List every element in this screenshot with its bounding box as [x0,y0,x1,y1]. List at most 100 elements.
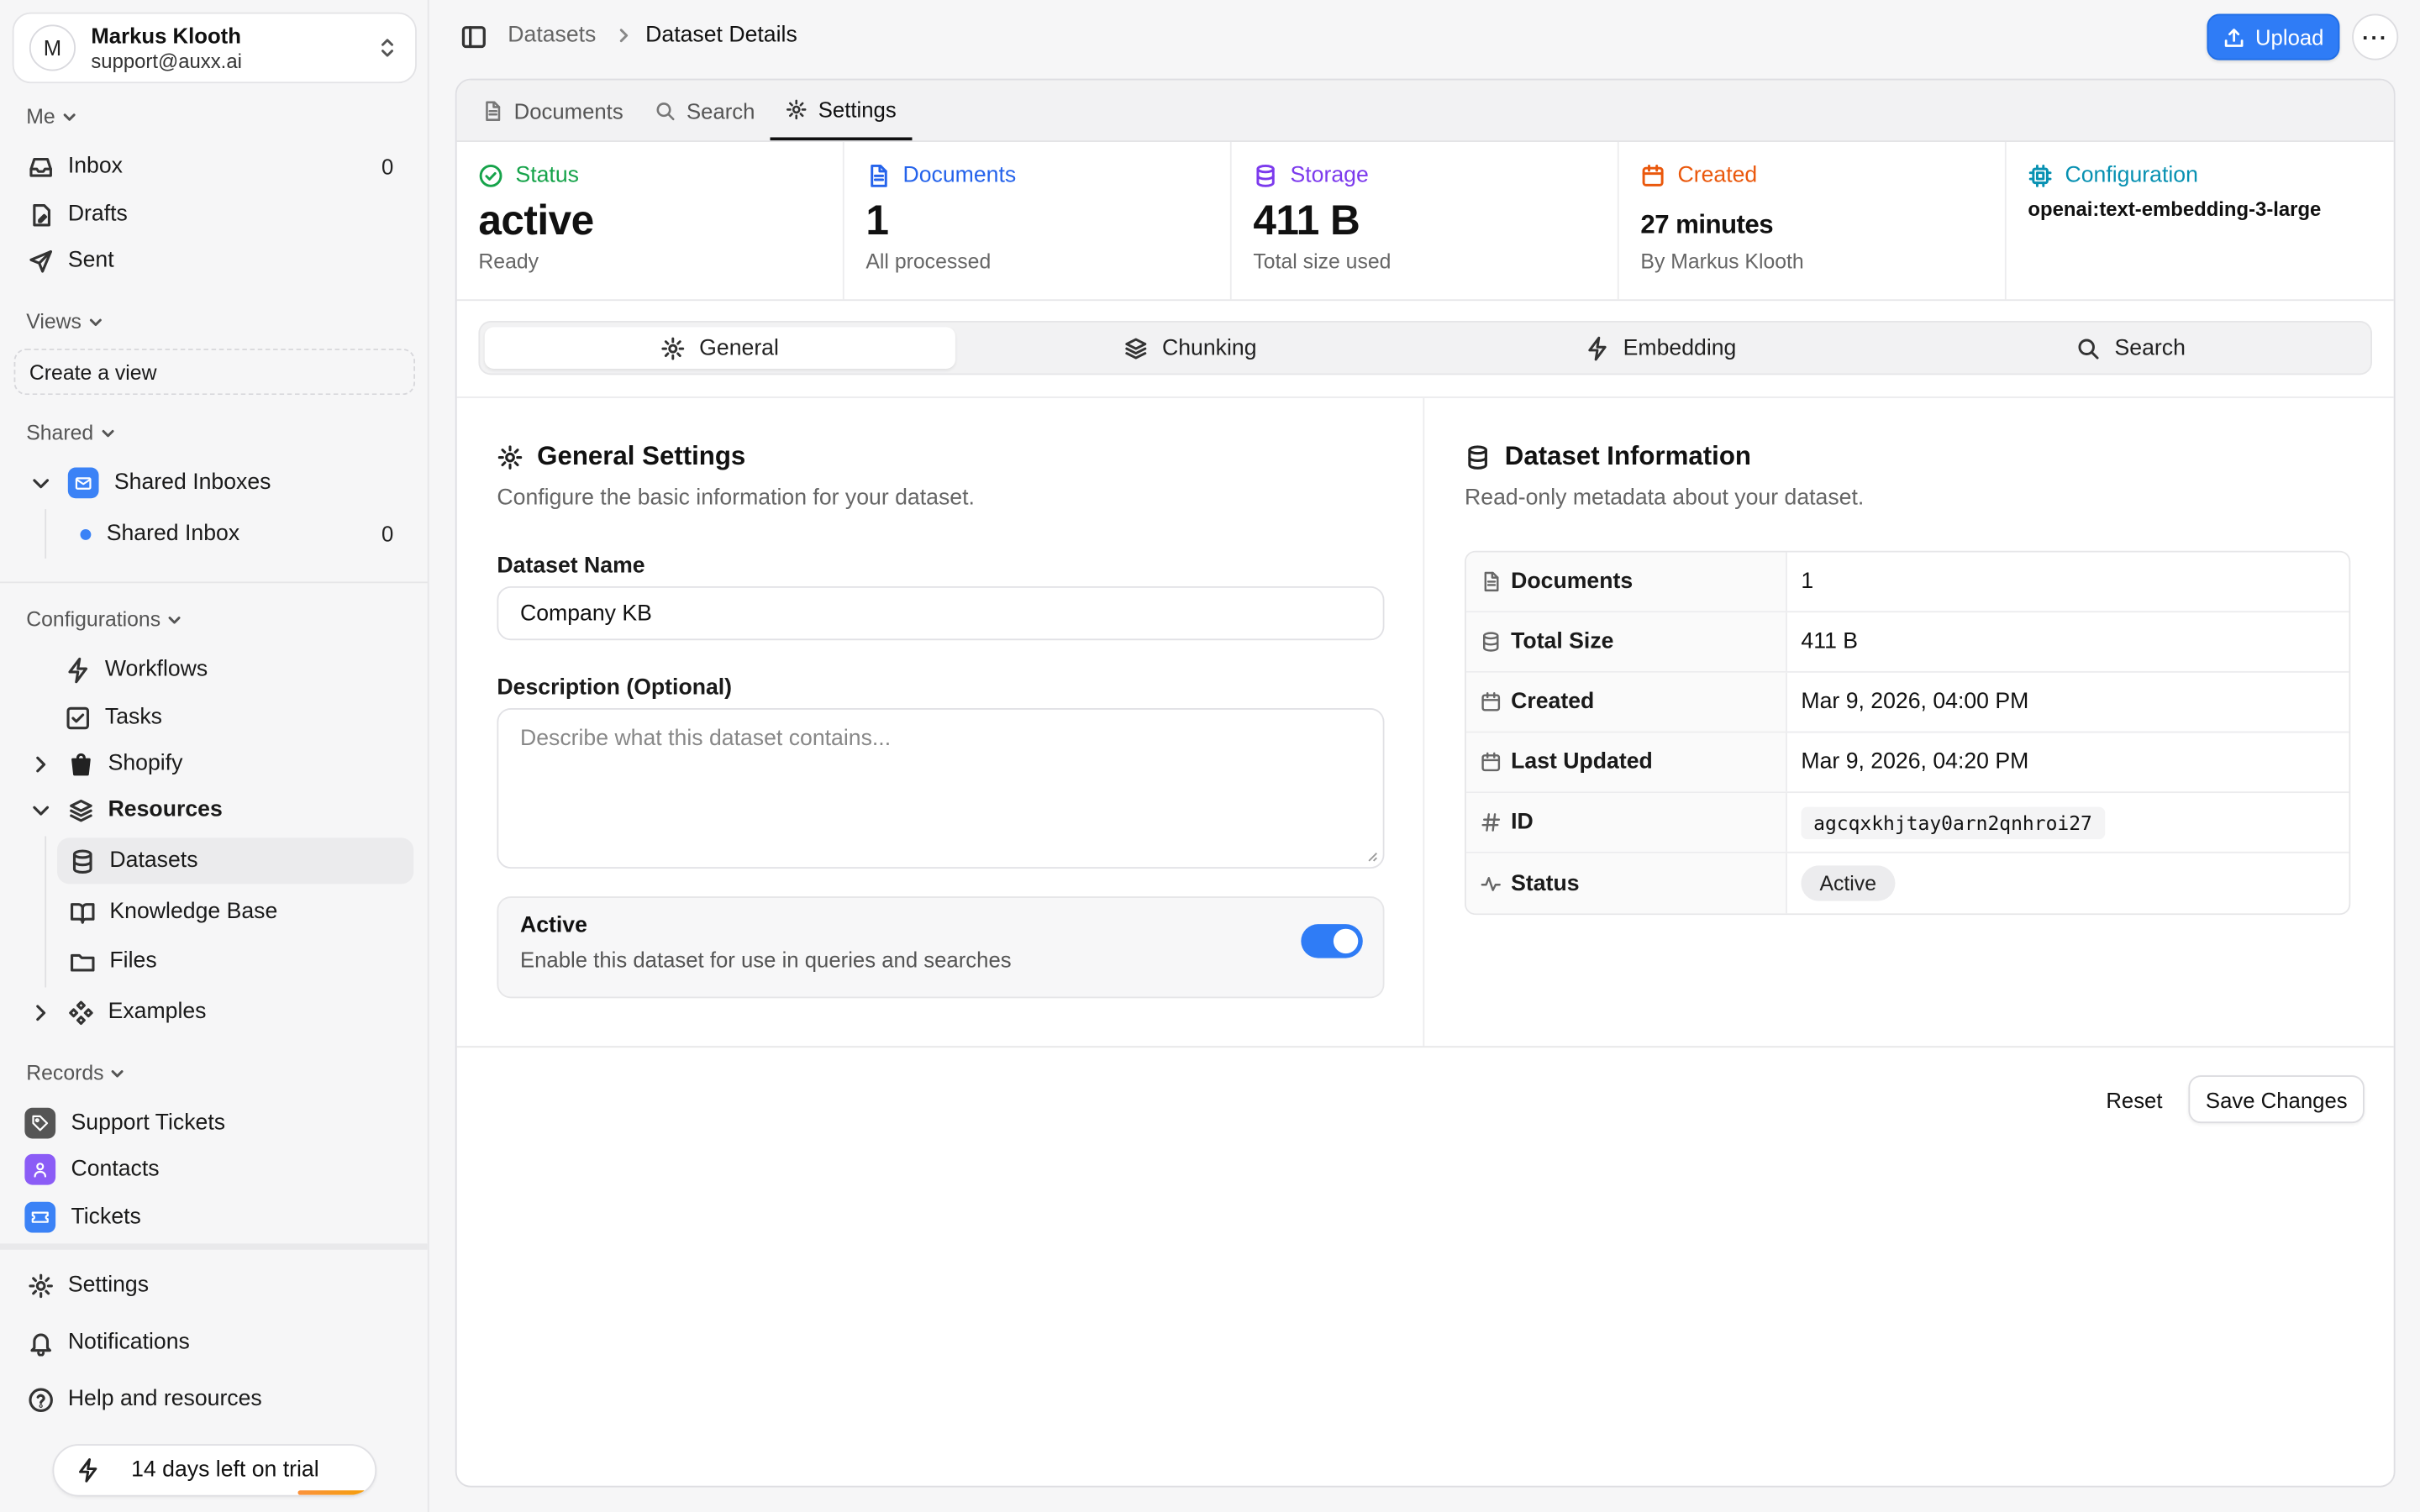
sidebar-item-notifications[interactable]: Notifications [15,1319,412,1365]
sidebar-item-workflows[interactable]: Workflows [52,647,412,693]
file-icon [486,100,501,121]
dataset-id[interactable]: agcqxkhjtay0arn2qnhroi27 [1801,806,2105,839]
sidebar-toggle-icon[interactable] [460,24,487,51]
upload-button[interactable]: Upload [2207,13,2340,60]
section-records[interactable]: Records [26,1061,127,1085]
info-key-label: Last Updated [1511,749,1653,775]
sidebar-item-settings[interactable]: Settings [15,1262,412,1308]
sidebar-item-files[interactable]: Files [57,938,412,984]
shopping-bag-icon [71,752,91,775]
checkbox-icon [66,706,90,729]
search-icon [656,102,675,120]
sidebar-item-shopify[interactable]: Shopify [15,741,412,787]
stat-documents: Documents 1 All processed [844,141,1232,300]
tag-icon [32,1115,49,1131]
info-value: agcqxkhjtay0arn2qnhroi27 [1787,793,2349,852]
sidebar-item-label: Shopify [108,751,183,776]
subtab-label: Embedding [1623,335,1737,360]
chevron-right-icon[interactable] [28,751,54,777]
chevron-down-icon[interactable] [28,797,54,823]
sidebar-item-inbox[interactable]: Inbox 0 [15,144,412,190]
subtab-search[interactable]: Search [1896,327,2366,369]
stat-created-head: Created [1640,164,2004,188]
sidebar-item-label: Inbox [67,154,123,180]
sidebar-item-tasks[interactable]: Tasks [52,695,412,741]
subtab-general[interactable]: General [484,327,955,369]
sidebar-item-resources[interactable]: Resources [15,787,412,833]
stat-value: openai:text-embedding-3-large [2028,197,2322,221]
section-records-label: Records [26,1061,104,1085]
stat-sub: By Markus Klooth [1640,249,1804,274]
sidebar-item-shared-inbox[interactable]: Shared Inbox 0 [59,511,413,557]
tab-settings[interactable]: Settings [770,81,913,141]
send-icon [29,249,52,272]
sidebar-item-label: Shared Inbox [106,521,240,547]
status-badge: Active [1801,865,1896,901]
sidebar-item-examples[interactable]: Examples [15,989,412,1035]
status-dot [80,528,92,539]
user-email: support@auxx.ai [91,48,242,72]
app-root: M Markus Klooth support@auxx.ai Me Inbox… [0,0,2420,1512]
stat-status: Status active Ready [457,141,844,300]
info-value: 411 B [1801,629,1859,654]
inbox-count: 0 [381,154,394,180]
sidebar-item-help[interactable]: Help and resources [15,1376,412,1422]
section-configurations[interactable]: Configurations [26,607,183,632]
book-open-icon [71,902,95,923]
general-settings-description: Configure the basic information for your… [497,486,975,511]
trial-progress [297,1490,366,1495]
shared-inbox-count: 0 [381,521,394,547]
chevron-down-icon[interactable] [28,470,54,496]
sidebar-item-support-tickets[interactable]: Support Tickets [13,1100,413,1147]
info-key: ID [1465,793,1787,852]
active-title: Active [519,913,587,938]
inbox-icon [29,157,52,176]
resize-grip-icon[interactable] [1365,850,1378,863]
sidebar-item-datasets[interactable]: Datasets [56,837,414,885]
info-key: Documents [1465,552,1787,612]
user-icon [34,1163,47,1178]
tab-search[interactable]: Search [639,81,771,141]
sidebar-item-tickets[interactable]: Tickets [13,1194,413,1241]
section-shared[interactable]: Shared [26,421,117,444]
breadcrumb-datasets[interactable]: Datasets [508,24,596,48]
gear-icon [29,1273,53,1298]
gear-icon [497,444,523,469]
sidebar-item-label: Drafts [67,202,128,227]
cpu-icon [2028,164,2052,187]
calendar-icon [1481,692,1501,711]
subtab-chunking[interactable]: Chunking [955,327,1425,369]
user-switcher[interactable]: M Markus Klooth support@auxx.ai [12,12,417,84]
file-icon [871,164,887,187]
info-key-label: Status [1511,870,1580,896]
sidebar-item-drafts[interactable]: Drafts [15,192,412,238]
sidebar-item-contacts[interactable]: Contacts [13,1147,413,1193]
active-toggle-switch[interactable] [1301,924,1363,958]
save-changes-button[interactable]: Save Changes [2188,1075,2365,1124]
section-me[interactable]: Me [26,105,78,128]
create-view-button[interactable]: Create a view [13,349,416,396]
sidebar-item-knowledge-base[interactable]: Knowledge Base [57,889,412,935]
more-options-button[interactable]: ··· [2352,13,2399,60]
dataset-name-input[interactable]: Company KB [497,585,1385,641]
reset-button[interactable]: Reset [2104,1087,2164,1111]
draft-icon [33,203,50,226]
trial-banner[interactable]: 14 days left on trial [52,1444,377,1497]
ticket-icon [31,1211,49,1223]
info-value: Mar 9, 2026, 04:00 PM [1801,690,2029,715]
chevron-down-icon [112,1069,124,1077]
search-icon [2078,338,2099,359]
subtab-embedding[interactable]: Embedding [1425,327,1896,369]
mail-icon [75,477,92,490]
section-views[interactable]: Views [26,310,104,333]
description-textarea[interactable]: Describe what this dataset contains... [497,708,1385,869]
section-configurations-label: Configurations [26,607,161,632]
sidebar-item-label: Tasks [104,705,162,730]
database-icon [1468,444,1487,469]
sidebar-item-sent[interactable]: Sent [15,238,412,284]
sidebar-item-shared-inboxes[interactable]: Shared Inboxes [15,459,412,506]
dataset-information-title: Dataset Information [1465,441,2354,472]
tab-documents[interactable]: Documents [466,81,639,141]
chevron-right-icon[interactable] [28,999,54,1025]
info-key: Status [1465,853,1787,914]
